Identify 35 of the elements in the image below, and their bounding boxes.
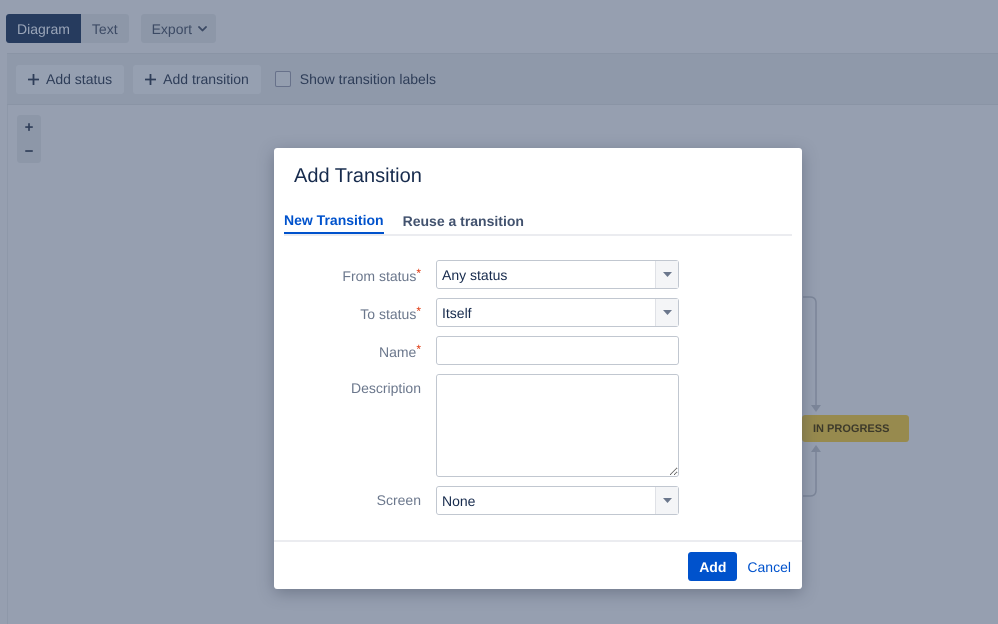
add-button[interactable]: Add <box>688 552 738 581</box>
field-label: Name <box>378 344 416 360</box>
text-area[interactable] <box>436 374 679 477</box>
field-label: To status <box>360 306 416 322</box>
text-field[interactable] <box>436 336 679 365</box>
transition-arrow <box>803 445 821 497</box>
required-mark: * <box>416 304 421 318</box>
field-label: From status <box>342 268 416 284</box>
plus-icon <box>28 74 39 84</box>
checkbox-label: Show transition labels <box>300 71 436 87</box>
zoom-button[interactable]: − <box>17 139 41 163</box>
cancel-link[interactable]: Cancel <box>747 558 791 574</box>
select-field[interactable]: None <box>436 486 679 515</box>
required-mark: * <box>416 266 421 280</box>
export-button[interactable]: Export <box>140 14 216 43</box>
add-button[interactable]: Add status <box>16 64 124 94</box>
checkbox[interactable] <box>274 71 291 87</box>
required-mark: * <box>416 342 421 356</box>
view-tab[interactable]: Text <box>80 14 129 43</box>
zoom-button[interactable]: + <box>17 115 41 139</box>
status-node[interactable]: IN PROGRESS <box>802 415 909 442</box>
select-field[interactable]: Any status <box>436 260 679 289</box>
plus-icon <box>145 74 156 84</box>
caret-down-icon <box>662 310 672 315</box>
dialog-tab[interactable]: New Transition <box>284 207 384 234</box>
add-button[interactable]: Add transition <box>133 64 261 94</box>
field-label: Description <box>350 380 421 396</box>
caret-down-icon <box>662 272 672 277</box>
chevron-down-icon <box>198 26 208 32</box>
dialog-tab[interactable]: Reuse a transition <box>402 207 524 234</box>
caret-down-icon <box>662 498 672 503</box>
field-label: Screen <box>376 492 421 508</box>
select-field[interactable]: Itself <box>436 298 679 327</box>
view-tab[interactable]: Diagram <box>6 14 81 43</box>
dialog-title: Add Transition <box>293 164 423 189</box>
